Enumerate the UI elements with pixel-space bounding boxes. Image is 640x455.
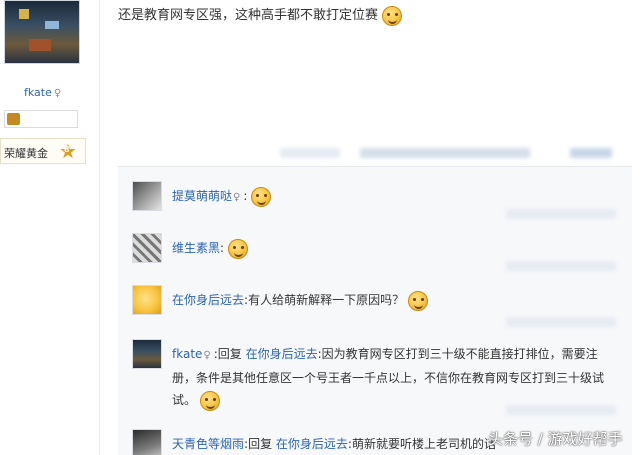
comment-body: 维生素黑: xyxy=(172,237,620,259)
post-content: 还是教育网专区强，这种高手都不敢打定位赛 xyxy=(118,4,403,26)
female-icon: ♀ xyxy=(53,88,62,99)
commenter-avatar[interactable] xyxy=(132,181,162,211)
commenter-avatar[interactable] xyxy=(132,429,162,455)
post-text: 还是教育网专区强，这种高手都不敢打定位赛 xyxy=(118,8,379,23)
grin-emoji-icon xyxy=(407,290,428,311)
comment-username[interactable]: fkate xyxy=(172,347,202,361)
comment-text: 有人给萌新解释一下原因吗？ xyxy=(248,293,405,307)
commenter-avatar[interactable] xyxy=(132,233,162,263)
comment-body: fkate♀:回复 在你身后远去:因为教育网专区打到三十级不能直接打排位，需要注… xyxy=(172,343,620,411)
sidebar-username[interactable]: fkate ♀ xyxy=(24,86,61,99)
smile-emoji-icon xyxy=(382,5,403,26)
female-icon: ♀ xyxy=(203,350,211,361)
reply-prefix: 回复 xyxy=(217,347,242,361)
commenter-avatar[interactable] xyxy=(132,285,162,315)
comment-list: 提莫萌萌哒♀: 维生素黑: 在你身后远去:有人给萌新解释一下原因吗？ fkate… xyxy=(118,166,632,455)
comment-meta xyxy=(506,317,616,327)
comment-meta xyxy=(506,261,616,271)
comment-username[interactable]: 维生素黑 xyxy=(172,241,220,255)
comment-body: 提莫萌萌哒♀: xyxy=(172,185,620,209)
commenter-avatar[interactable] xyxy=(132,339,162,369)
comment-body: 在你身后远去:有人给萌新解释一下原因吗？ xyxy=(172,289,620,311)
reply-target-user[interactable]: 在你身后远去 xyxy=(246,347,318,361)
badge-icon xyxy=(7,113,20,125)
smile-emoji-icon xyxy=(251,186,272,207)
comment-username[interactable]: 天青色等烟雨 xyxy=(172,437,244,451)
watermark: 头条号 / 游戏好帮手 xyxy=(488,430,623,448)
comment-username[interactable]: 提莫萌萌哒 xyxy=(172,189,232,203)
level-title: 荣耀黄金 xyxy=(4,147,48,160)
comment-text: :萌新就要听楼上老司机的话 xyxy=(347,437,496,451)
member-badge[interactable] xyxy=(4,110,78,128)
smile-emoji-icon xyxy=(199,390,220,411)
user-avatar[interactable] xyxy=(4,0,80,64)
user-sidebar: fkate ♀ 荣耀黄金 ★ 8 xyxy=(0,0,100,455)
reply-prefix: 回复 xyxy=(248,437,273,451)
female-icon: ♀ xyxy=(233,192,241,203)
comment-username[interactable]: 在你身后远去 xyxy=(172,293,244,307)
post-toolbar xyxy=(280,146,630,158)
reply-target-user[interactable]: 在你身后远去 xyxy=(276,437,348,451)
level-badge: 荣耀黄金 ★ 8 xyxy=(0,138,86,164)
comment-meta xyxy=(506,405,616,415)
comment-meta xyxy=(506,209,616,219)
sidebar-username-text[interactable]: fkate xyxy=(24,86,52,99)
level-number: 8 xyxy=(64,145,70,154)
smile-emoji-icon xyxy=(227,238,248,259)
